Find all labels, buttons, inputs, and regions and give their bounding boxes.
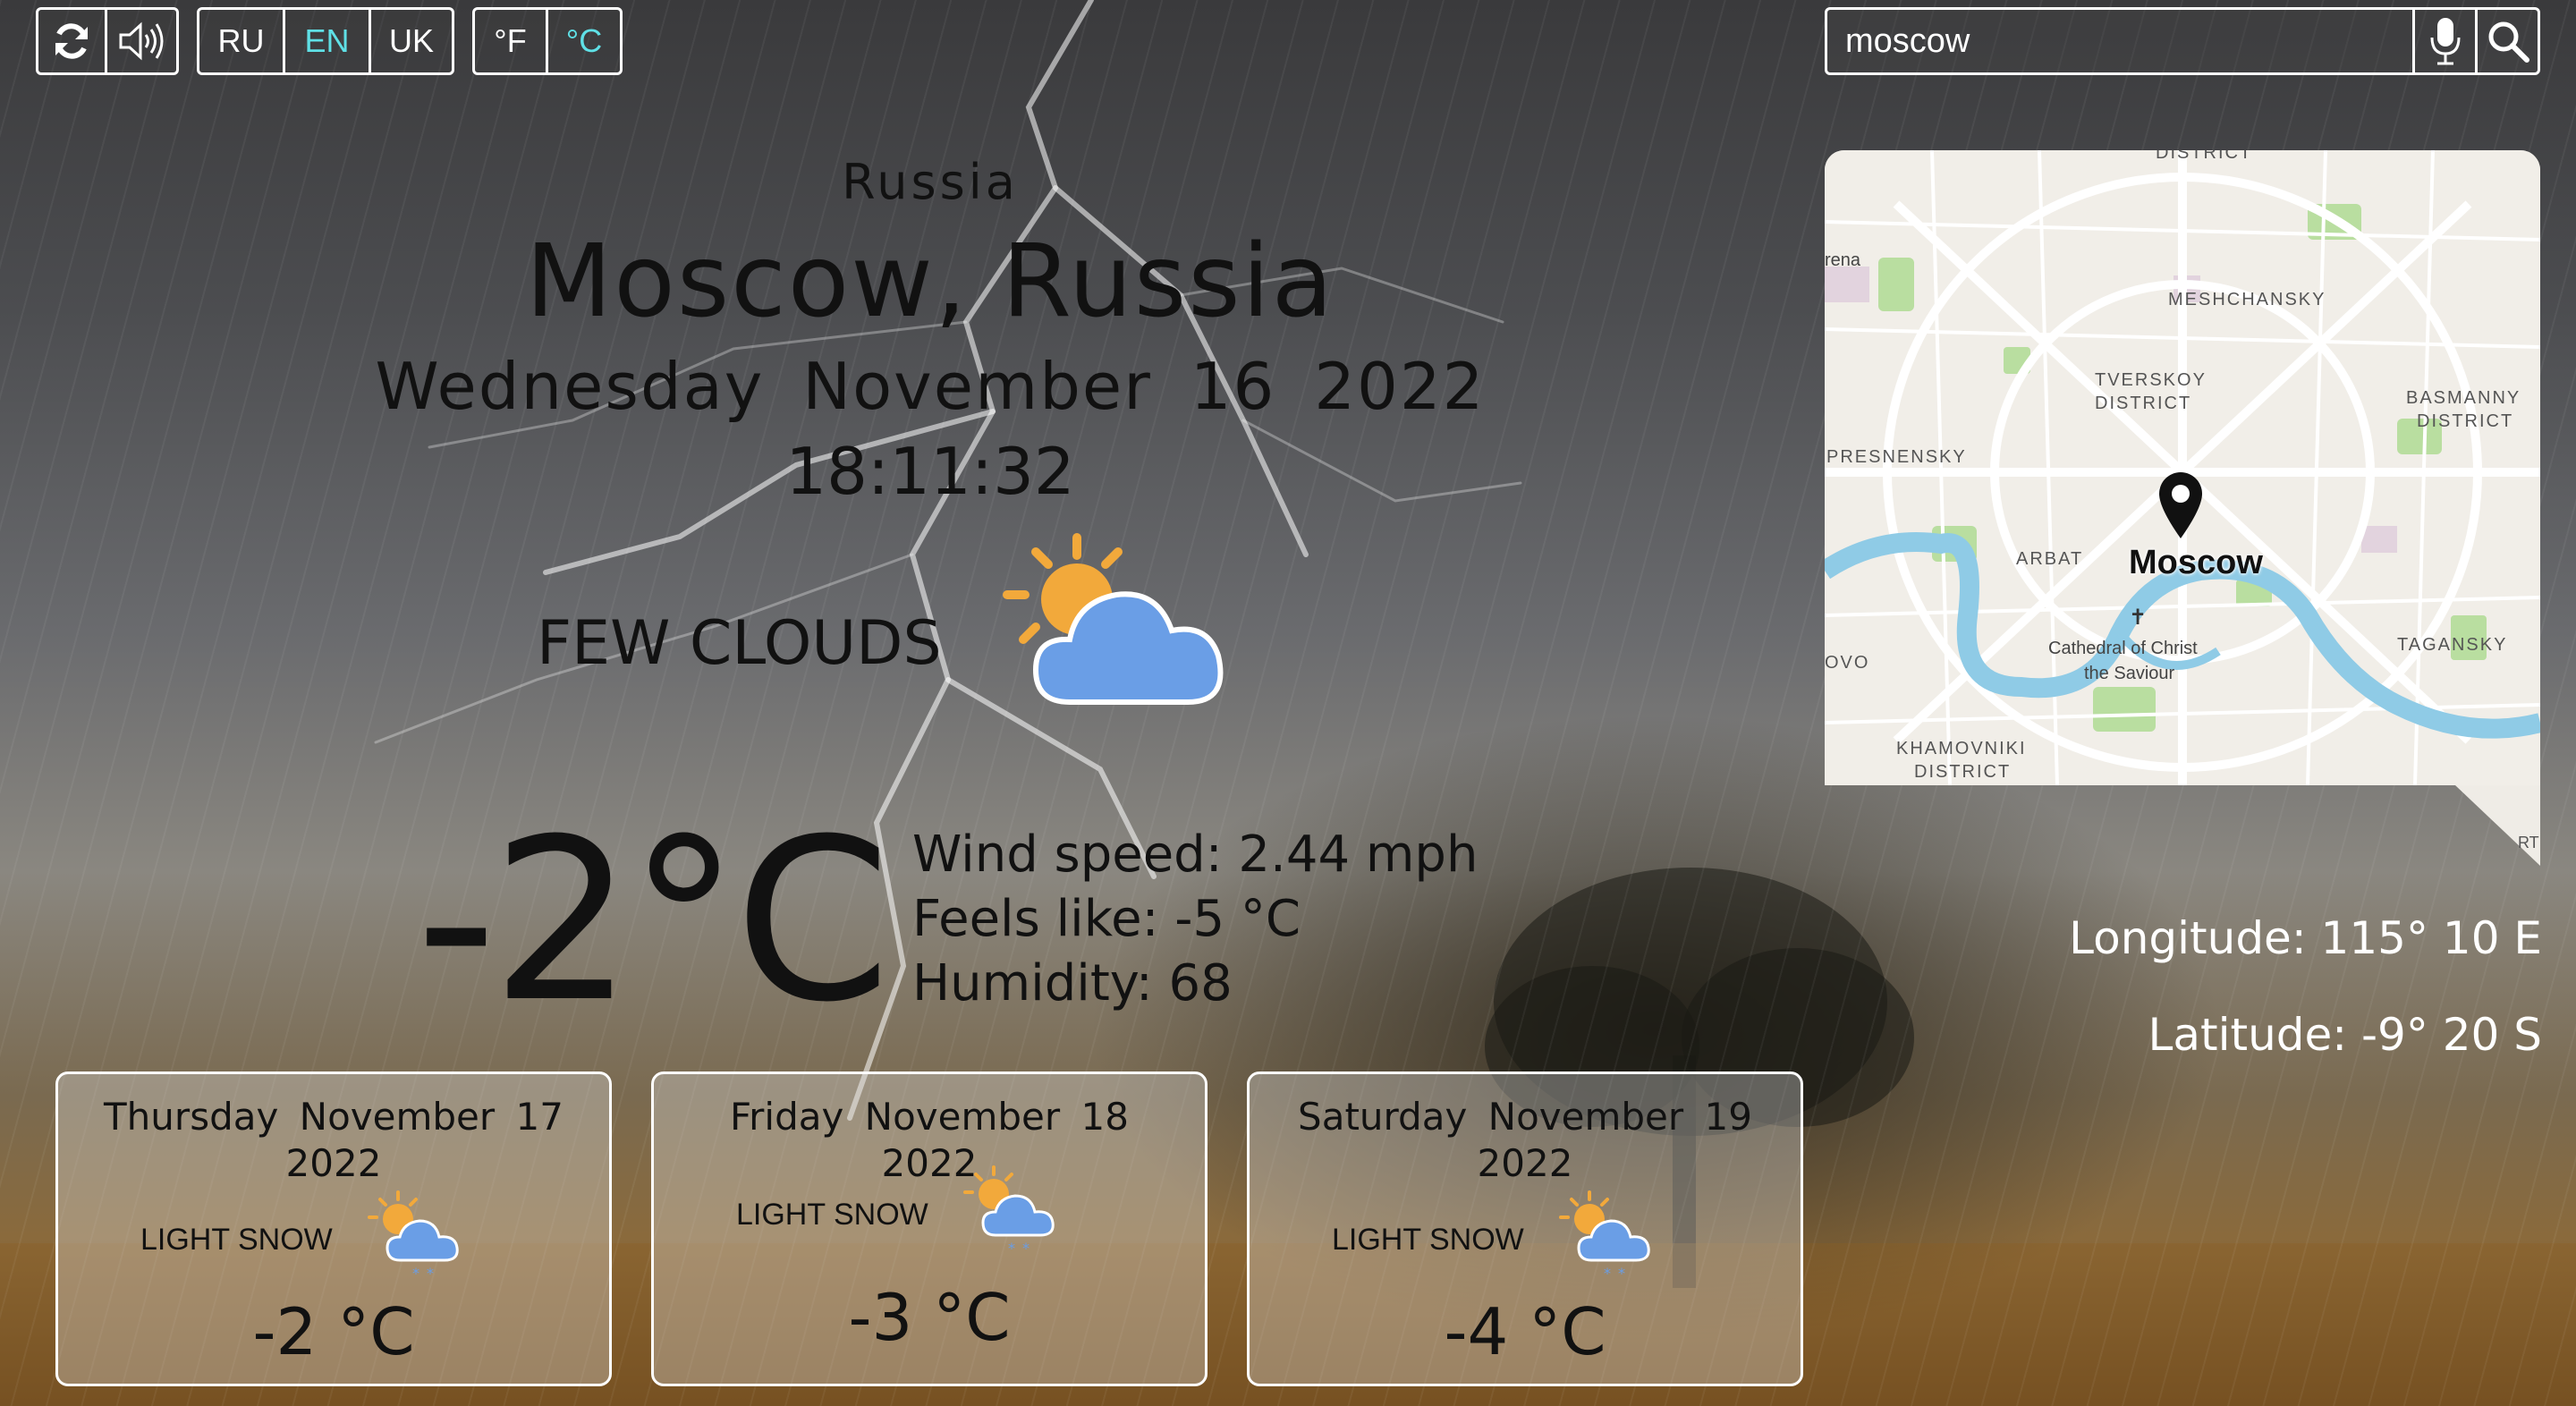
- language-ru-button[interactable]: RU: [199, 10, 285, 72]
- svg-text:*: *: [412, 1265, 419, 1280]
- forecast-temperature: -4 °C: [1444, 1294, 1606, 1369]
- unit-switcher: °F °C: [472, 7, 623, 75]
- speaker-icon: [119, 21, 164, 61]
- refresh-icon: [55, 23, 89, 59]
- search-bar: [1825, 7, 2540, 75]
- weather-description: FEW CLOUDS: [537, 608, 942, 679]
- map-label-arena: rena: [1825, 250, 1861, 270]
- microphone-icon: [2430, 18, 2460, 65]
- forecast-date: Saturday November 19 2022: [1298, 1095, 1752, 1185]
- map-tiles: [1825, 150, 2540, 785]
- map-label-rt: RT: [2518, 834, 2539, 851]
- voice-search-button[interactable]: [2412, 10, 2475, 72]
- forecast-card: Thursday November 17 2022 LIGHT SNOW * *…: [55, 1071, 612, 1386]
- wind-speed: Wind speed: 2.44 mph: [912, 826, 1479, 884]
- map-label-tverskoy: TVERSKOY: [2095, 370, 2207, 390]
- map-city-label: Moscow: [2129, 544, 2263, 581]
- svg-text:*: *: [1022, 1240, 1030, 1255]
- sun-cloud-snow-icon: * *: [963, 1165, 1055, 1255]
- search-icon: [2488, 21, 2529, 63]
- forecast-temperature: -2 °C: [252, 1294, 415, 1369]
- map-tail: RT: [2455, 785, 2540, 866]
- language-en-button[interactable]: EN: [285, 10, 371, 72]
- sun-cloud-snow-icon: * *: [368, 1190, 459, 1280]
- search-button[interactable]: [2475, 10, 2538, 72]
- refresh-button[interactable]: [38, 10, 108, 72]
- map-label-tverskoy-district: DISTRICT: [2095, 394, 2192, 413]
- forecast-description: LIGHT SNOW: [736, 1198, 928, 1232]
- sun-cloud-icon: [1003, 533, 1224, 705]
- fahrenheit-button[interactable]: °F: [475, 10, 548, 72]
- forecast-date: Friday November 18 2022: [730, 1095, 1129, 1185]
- current-time: 18:11:32: [785, 434, 1075, 509]
- feels-like: Feels like: -5 °C: [912, 890, 1301, 948]
- forecast-card: Saturday November 19 2022 LIGHT SNOW * *…: [1247, 1071, 1803, 1386]
- map-label-district: DISTRICT: [2156, 150, 2253, 163]
- forecast-description: LIGHT SNOW: [1332, 1223, 1524, 1257]
- language-switcher: RU EN UK: [197, 7, 454, 75]
- map-label-meshchansky: MESHCHANSKY: [2168, 290, 2326, 309]
- forecast-temperature: -3 °C: [848, 1280, 1011, 1355]
- svg-text:*: *: [1008, 1240, 1015, 1255]
- forecast-description: LIGHT SNOW: [140, 1223, 333, 1257]
- cross-icon: ✝: [2129, 605, 2148, 630]
- map-label-cathedral-1: Cathedral of Christ: [2048, 639, 2198, 658]
- celsius-button[interactable]: °C: [548, 10, 620, 72]
- refresh-sound-group: [36, 7, 179, 75]
- map-label-presnensky: PRESNENSKY: [1826, 447, 1967, 467]
- language-uk-button[interactable]: UK: [371, 10, 452, 72]
- current-temperature: -2°C: [416, 791, 891, 1051]
- svg-text:*: *: [1618, 1265, 1625, 1280]
- svg-text:*: *: [1604, 1265, 1611, 1280]
- map-label-tagansky: TAGANSKY: [2397, 635, 2508, 655]
- forecast-card: Friday November 18 2022 LIGHT SNOW * * -…: [651, 1071, 1208, 1386]
- current-date: Wednesday November 16 2022: [375, 349, 1486, 424]
- longitude: Longitude: 115° 10 E: [2069, 912, 2542, 964]
- map-label-basmanny-district: DISTRICT: [2417, 411, 2514, 431]
- map-pin-icon: [2159, 472, 2202, 538]
- map-label-khamovniki: KHAMOVNIKI: [1896, 739, 2027, 758]
- sun-cloud-snow-icon: * *: [1559, 1190, 1650, 1280]
- weather-details: Wind speed: 2.44 mph Feels like: -5 °C H…: [912, 823, 1478, 1016]
- location-map[interactable]: Moscow DISTRICT rena MESHCHANSKY TVERSKO…: [1825, 150, 2540, 785]
- map-label-khamovniki-district: DISTRICT: [1914, 762, 2012, 782]
- map-label-arbat: ARBAT: [2016, 549, 2084, 569]
- city-name: Moscow, Russia: [525, 224, 1335, 340]
- latitude: Latitude: -9° 20 S: [2148, 1009, 2542, 1061]
- sound-button[interactable]: [107, 10, 176, 72]
- map-label-basmanny: BASMANNY: [2406, 388, 2521, 408]
- search-input[interactable]: [1827, 10, 2412, 72]
- svg-text:*: *: [427, 1265, 434, 1280]
- humidity: Humidity: 68: [912, 954, 1233, 1012]
- forecast-date: Thursday November 17 2022: [104, 1095, 564, 1185]
- map-label-ovo: OVO: [1825, 653, 1870, 673]
- map-label-cathedral-2: the Saviour: [2084, 664, 2175, 683]
- country-name: Russia: [842, 154, 1019, 210]
